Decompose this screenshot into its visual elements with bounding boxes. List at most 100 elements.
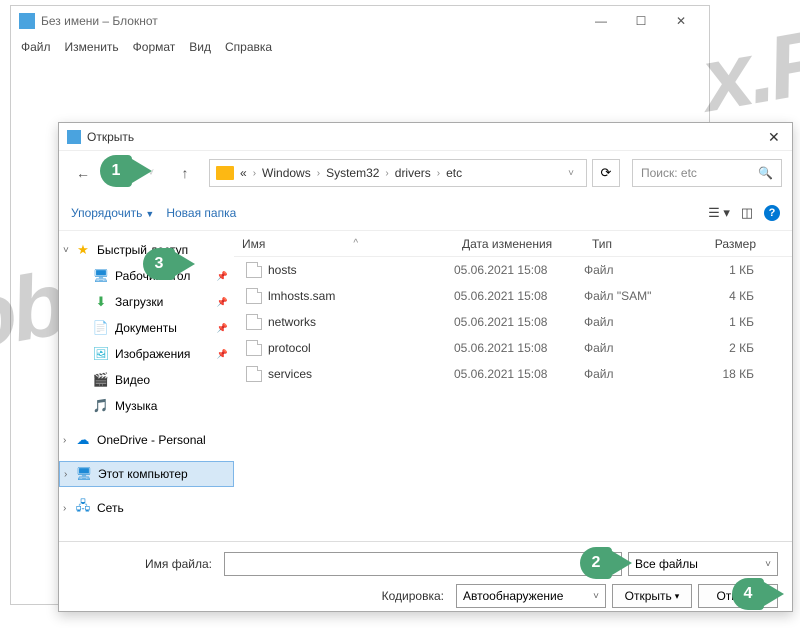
sidebar-label: Музыка — [115, 399, 157, 413]
file-row[interactable]: services05.06.2021 15:08Файл18 КБ — [234, 361, 792, 387]
sidebar-label: Загрузки — [115, 295, 163, 309]
back-button[interactable]: ← — [69, 159, 97, 187]
music-icon: 🎵 — [93, 398, 109, 414]
file-size: 18 КБ — [684, 367, 764, 381]
sidebar-item-this-pc[interactable]: › 🖥 Этот компьютер — [59, 461, 234, 487]
close-button[interactable]: ✕ — [661, 7, 701, 35]
filter-value: Все файлы — [635, 557, 698, 571]
file-name: protocol — [268, 341, 311, 355]
filename-input[interactable] — [224, 552, 622, 576]
file-date: 05.06.2021 15:08 — [454, 263, 584, 277]
menu-file[interactable]: Файл — [21, 40, 51, 54]
file-date: 05.06.2021 15:08 — [454, 341, 584, 355]
column-type[interactable]: Тип — [584, 237, 684, 251]
crumb-drivers[interactable]: drivers — [395, 166, 431, 180]
view-buttons: ☰ ▾ ◫ ? — [708, 203, 780, 223]
sidebar-item-documents[interactable]: 📄 Документы 📌 — [59, 315, 234, 341]
organize-button[interactable]: Упорядочить▼ — [71, 206, 154, 220]
chevron-down-icon: ˅ — [765, 559, 771, 570]
search-input[interactable]: Поиск: etc 🔍 — [632, 159, 782, 187]
file-date: 05.06.2021 15:08 — [454, 289, 584, 303]
file-name: lmhosts.sam — [268, 289, 335, 303]
column-name[interactable]: Имя^ — [234, 237, 454, 251]
menu-view[interactable]: Вид — [189, 40, 211, 54]
pin-icon: 📌 — [217, 349, 228, 360]
sidebar-item-network[interactable]: › 🖧 Сеть — [59, 495, 234, 521]
crumb-prefix: « — [240, 166, 247, 180]
sidebar-item-downloads[interactable]: ⬇ Загрузки 📌 — [59, 289, 234, 315]
menu-format[interactable]: Формат — [133, 40, 176, 54]
file-icon — [246, 340, 262, 356]
file-type: Файл — [584, 341, 684, 355]
crumb-windows[interactable]: Windows — [262, 166, 311, 180]
file-icon — [246, 314, 262, 330]
collapse-icon[interactable]: ˅ — [63, 245, 69, 256]
open-file-dialog: Открыть ✕ ← → ˅ ↑ « › Windows › System32… — [58, 122, 793, 612]
file-row[interactable]: protocol05.06.2021 15:08Файл2 КБ — [234, 335, 792, 361]
sidebar-item-images[interactable]: 🖼 Изображения 📌 — [59, 341, 234, 367]
callout-1: 1 — [100, 155, 152, 187]
filename-label: Имя файла: — [73, 557, 218, 571]
documents-icon: 📄 — [93, 320, 109, 336]
crumb-system32[interactable]: System32 — [326, 166, 379, 180]
file-row[interactable]: networks05.06.2021 15:08Файл1 КБ — [234, 309, 792, 335]
menu-help[interactable]: Справка — [225, 40, 272, 54]
column-date[interactable]: Дата изменения — [454, 237, 584, 251]
breadcrumb[interactable]: « › Windows › System32 › drivers › etc ˅ — [209, 159, 587, 187]
sidebar-label: Документы — [115, 321, 177, 335]
encoding-select[interactable]: Автообнаружение ˅ — [456, 584, 606, 608]
file-icon — [246, 366, 262, 382]
chevron-right-icon: › — [253, 168, 256, 179]
window-controls: — ☐ ✕ — [581, 7, 701, 35]
column-headers: Имя^ Дата изменения Тип Размер — [234, 231, 792, 257]
file-size: 1 КБ — [684, 263, 764, 277]
help-icon[interactable]: ? — [764, 205, 780, 221]
dialog-title: Открыть — [87, 130, 768, 144]
menu-edit[interactable]: Изменить — [65, 40, 119, 54]
chevron-down-icon: ▼ — [145, 209, 154, 219]
search-placeholder: Поиск: etc — [641, 166, 697, 180]
dialog-footer: Имя файла: Все файлы ˅ Кодировка: Автооб… — [59, 541, 792, 628]
notepad-menu: Файл Изменить Формат Вид Справка — [11, 36, 709, 58]
callout-2: 2 — [580, 547, 632, 579]
file-row[interactable]: lmhosts.sam05.06.2021 15:08Файл "SAM"4 К… — [234, 283, 792, 309]
chevron-down-icon: ˅ — [593, 591, 599, 602]
view-list-icon[interactable]: ☰ ▾ — [708, 203, 730, 223]
dialog-titlebar: Открыть ✕ — [59, 123, 792, 151]
crumb-etc[interactable]: etc — [446, 166, 462, 180]
view-preview-icon[interactable]: ◫ — [736, 203, 758, 223]
navigation-row: ← → ˅ ↑ « › Windows › System32 › drivers… — [59, 151, 792, 195]
minimize-button[interactable]: — — [581, 7, 621, 35]
sidebar-label: OneDrive - Personal — [97, 433, 206, 447]
expand-icon[interactable]: › — [64, 469, 67, 480]
sidebar-item-video[interactable]: 🎬 Видео — [59, 367, 234, 393]
sidebar-label: Этот компьютер — [98, 467, 188, 481]
notepad-titlebar: Без имени – Блокнот — ☐ ✕ — [11, 6, 709, 36]
encoding-label: Кодировка: — [382, 589, 450, 603]
file-filter-select[interactable]: Все файлы ˅ — [628, 552, 778, 576]
folder-icon — [216, 166, 234, 180]
sidebar-item-onedrive[interactable]: › ☁ OneDrive - Personal — [59, 427, 234, 453]
file-date: 05.06.2021 15:08 — [454, 315, 584, 329]
file-type: Файл — [584, 315, 684, 329]
file-type: Файл — [584, 263, 684, 277]
chevron-down-icon[interactable]: ˅ — [562, 168, 580, 179]
file-name: hosts — [268, 263, 297, 277]
new-folder-button[interactable]: Новая папка — [166, 206, 236, 220]
maximize-button[interactable]: ☐ — [621, 7, 661, 35]
column-size[interactable]: Размер — [684, 237, 764, 251]
sidebar-item-music[interactable]: 🎵 Музыка — [59, 393, 234, 419]
refresh-button[interactable]: ⟳ — [592, 159, 620, 187]
file-icon — [246, 288, 262, 304]
open-button[interactable]: Открыть▾ — [612, 584, 692, 608]
sort-asc-icon: ^ — [353, 238, 358, 249]
video-icon: 🎬 — [93, 372, 109, 388]
file-row[interactable]: hosts 05.06.2021 15:08Файл1 КБ — [234, 257, 792, 283]
up-button[interactable]: ↑ — [171, 159, 199, 187]
dialog-close-button[interactable]: ✕ — [768, 129, 784, 145]
expand-icon[interactable]: › — [63, 435, 66, 446]
encoding-value: Автообнаружение — [463, 589, 563, 603]
pin-icon: 📌 — [217, 271, 228, 282]
pin-icon: 📌 — [217, 323, 228, 334]
expand-icon[interactable]: › — [63, 503, 66, 514]
